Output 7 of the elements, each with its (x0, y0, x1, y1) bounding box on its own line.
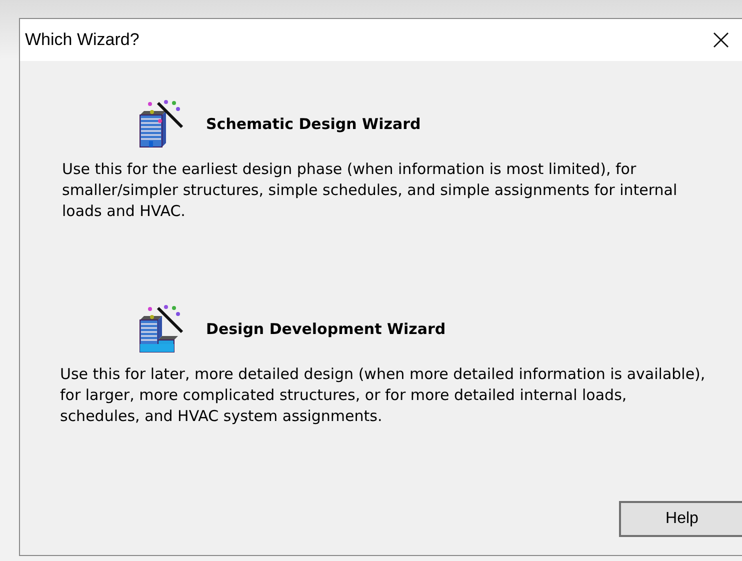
wizard-title[interactable]: Design Development Wizard (206, 320, 446, 338)
close-icon[interactable] (713, 32, 729, 48)
wizard-description: Use this for the earliest design phase (when information is most limited), for smaller/simpler structures, simple schedules, and simple assignments for internal loads and HVAC. (62, 159, 678, 222)
wizard-title[interactable]: Schematic Design Wizard (206, 115, 421, 133)
help-button[interactable]: Help (619, 501, 742, 537)
wizard-description: Use this for later, more detailed design (when more detailed information is available), for larger, more complicated structures, or for more detailed internal loads, schedules, and HVAC system assignments. (60, 364, 706, 427)
window-title: Which Wizard? (25, 30, 140, 50)
